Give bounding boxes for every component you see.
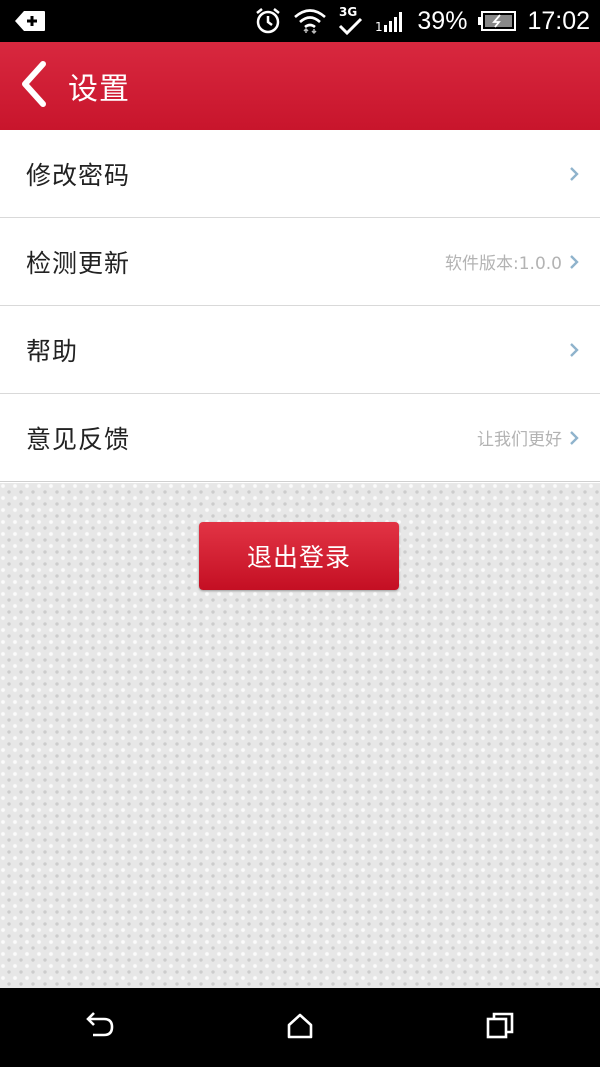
recent-apps-icon [485, 1011, 515, 1045]
menu-item-label: 修改密码 [26, 160, 131, 190]
chevron-left-icon [19, 60, 49, 112]
nav-back-button[interactable] [60, 998, 140, 1058]
clock: 17:02 [527, 6, 590, 35]
menu-item-feedback[interactable]: 意见反馈 让我们更好 [0, 394, 600, 482]
chevron-right-icon [568, 342, 580, 358]
chevron-right-icon [568, 430, 580, 446]
menu-item-label: 意见反馈 [26, 424, 131, 454]
home-icon [286, 1012, 314, 1044]
nav-home-button[interactable] [260, 998, 340, 1058]
status-bar: 3G 1 39% 17:02 [0, 0, 600, 42]
3g-icon: 3G [337, 4, 365, 38]
menu-item-help[interactable]: 帮助 [0, 306, 600, 394]
svg-text:1: 1 [375, 20, 383, 33]
back-button[interactable] [14, 56, 54, 116]
settings-menu: 修改密码 检测更新 软件版本:1.0.0 帮助 意见反馈 让我们更好 [0, 130, 600, 482]
feedback-hint: 让我们更好 [477, 430, 562, 450]
menu-item-change-password[interactable]: 修改密码 [0, 130, 600, 218]
logout-button[interactable]: 退出登录 [199, 522, 399, 590]
nav-recent-apps-button[interactable] [460, 998, 540, 1058]
navigation-bar [0, 988, 600, 1067]
chevron-right-icon [568, 166, 580, 182]
app-header: 设置 [0, 42, 600, 130]
battery-icon [477, 10, 517, 32]
version-hint: 软件版本:1.0.0 [445, 254, 562, 274]
back-plus-icon [14, 10, 46, 32]
menu-item-check-update[interactable]: 检测更新 软件版本:1.0.0 [0, 218, 600, 306]
back-icon [84, 1011, 116, 1045]
menu-item-label: 帮助 [26, 336, 79, 366]
alarm-icon [253, 6, 283, 36]
menu-item-label: 检测更新 [26, 248, 131, 278]
chevron-right-icon [568, 254, 580, 270]
svg-text:3G: 3G [339, 5, 357, 19]
signal-icon: 1 [375, 9, 407, 33]
battery-percent: 39% [417, 6, 468, 35]
page-title: 设置 [68, 72, 130, 107]
wifi-icon [293, 6, 327, 36]
